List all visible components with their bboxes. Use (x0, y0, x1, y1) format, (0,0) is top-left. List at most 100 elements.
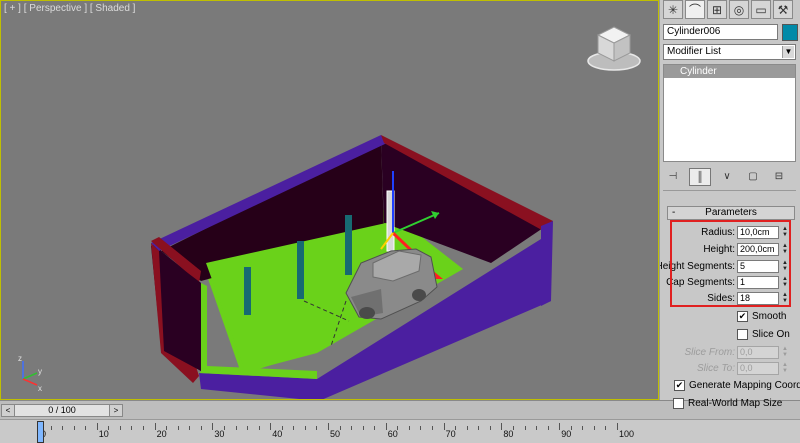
timeline-tick (605, 426, 607, 430)
timeline-tick (119, 426, 121, 430)
axis-label-y: y (38, 367, 42, 376)
slice-from-label: Slice From: (684, 347, 735, 358)
sides-spinner[interactable]: ▲ ▼ (781, 292, 789, 305)
timeline-tick (443, 423, 445, 430)
command-panel: ✳ ⌒ ⊞ ◎ ▭ ⚒ Cylinder006 Modifier List ▼ … (659, 0, 800, 400)
slice-to-label: Slice To: (697, 363, 735, 374)
gen-mapping-checkbox-row[interactable]: ✔ Generate Mapping Coords. (674, 380, 800, 394)
modifier-list-label: Modifier List (667, 46, 721, 57)
timeline-tick (432, 426, 434, 430)
timeline-tick (304, 426, 306, 430)
stack-item-cylinder[interactable]: Cylinder (664, 65, 795, 78)
show-end-result-icon[interactable]: ║ (689, 168, 711, 186)
timeline-track[interactable]: 0102030405060708090100 (0, 419, 800, 443)
timeline-tick (143, 426, 145, 430)
gen-mapping-checkbox[interactable]: ✔ (674, 380, 685, 391)
radius-input[interactable]: 10,0cm (737, 226, 779, 239)
timeline-tick (466, 426, 468, 430)
object-color-swatch[interactable] (782, 24, 798, 41)
height-segments-input[interactable]: 5 (737, 260, 779, 273)
create-icon[interactable]: ✳ (663, 0, 683, 19)
slice-on-label: Slice On (752, 329, 790, 341)
height-segments-row: Height Segments: 5 ▲ ▼ (660, 260, 800, 274)
modifier-list-dropdown[interactable]: Modifier List ▼ (663, 44, 796, 60)
cap-segments-spinner[interactable]: ▲ ▼ (781, 276, 789, 289)
timeline-tick-label: 50 (330, 429, 341, 439)
configure-sets-icon[interactable]: ⊟ (769, 168, 789, 184)
chevron-down-icon[interactable]: ▼ (782, 46, 794, 58)
make-unique-icon[interactable]: ∨ (717, 168, 737, 184)
timeline-tick (547, 426, 549, 430)
viewcube-icon[interactable] (586, 23, 642, 73)
slice-to-spinner[interactable]: ▲ ▼ (781, 362, 789, 375)
pin-stack-icon[interactable]: ⊣ (663, 168, 683, 184)
timeline-tick (154, 423, 156, 430)
height-input[interactable]: 200,0cm (737, 243, 779, 256)
real-world-checkbox[interactable] (673, 398, 684, 409)
real-world-label: Real-World Map Size (688, 398, 783, 410)
motion-icon[interactable]: ◎ (729, 0, 749, 19)
axis-label-x: x (38, 384, 42, 393)
scene-3d[interactable]: z y x (1, 1, 659, 400)
radius-row: Radius: 10,0cm ▲ ▼ (660, 226, 800, 240)
slice-from-spinner[interactable]: ▲ ▼ (781, 346, 789, 359)
modifier-stack[interactable]: Cylinder (663, 64, 796, 162)
time-slider[interactable]: 0 / 100 (14, 404, 110, 417)
timeline-tick-label: 80 (503, 429, 514, 439)
display-icon[interactable]: ▭ (751, 0, 771, 19)
object-name-field[interactable]: Cylinder006 (663, 24, 778, 40)
timeline-tick-label: 30 (214, 429, 225, 439)
timeline-tick (593, 426, 595, 430)
hierarchy-icon[interactable]: ⊞ (707, 0, 727, 19)
panel-divider (663, 190, 796, 191)
sides-input[interactable]: 18 (737, 292, 779, 305)
height-row: Height: 200,0cm ▲ ▼ (660, 243, 800, 257)
perspective-viewport[interactable]: z y x [ + ] [ Perspective ] [ Shaded ] (0, 0, 659, 400)
smooth-checkbox[interactable]: ✔ (737, 311, 748, 322)
timeline-tick (62, 426, 64, 430)
current-frame-marker[interactable] (37, 421, 44, 443)
slice-on-checkbox[interactable] (737, 329, 748, 340)
gen-mapping-label: Generate Mapping Coords. (689, 380, 800, 392)
timeline-tick (247, 426, 249, 430)
height-spinner[interactable]: ▲ ▼ (781, 243, 789, 256)
slice-from-input[interactable]: 0,0 (737, 346, 779, 359)
utilities-icon[interactable]: ⚒ (773, 0, 793, 19)
command-panel-tabs: ✳ ⌒ ⊞ ◎ ▭ ⚒ (663, 0, 795, 20)
smooth-label: Smooth (752, 311, 787, 323)
parameters-rollout-header[interactable]: - Parameters (667, 206, 795, 220)
pillar-1[interactable] (244, 267, 251, 315)
real-world-checkbox-row[interactable]: Real-World Map Size (673, 398, 782, 412)
timeline-tick (200, 426, 202, 430)
timeline-tick (293, 426, 295, 430)
timeline-tick-label: 90 (561, 429, 572, 439)
remove-modifier-icon[interactable]: ▢ (743, 168, 763, 184)
pillar-2[interactable] (297, 241, 304, 299)
timeline-tick (374, 426, 376, 430)
pillar-3[interactable] (345, 215, 352, 275)
timeline-tick-label: 10 (98, 429, 109, 439)
smooth-checkbox-row[interactable]: ✔ Smooth (737, 311, 786, 325)
slice-on-checkbox-row[interactable]: Slice On (737, 329, 790, 343)
height-segments-spinner[interactable]: ▲ ▼ (781, 260, 789, 273)
timeline-tick (408, 426, 410, 430)
timeline-tick (478, 426, 480, 430)
prev-frame-button[interactable]: < (1, 404, 15, 417)
timeline-tick (362, 426, 364, 430)
timeline-tick (212, 423, 214, 430)
viewport-label[interactable]: [ + ] [ Perspective ] [ Shaded ] (4, 3, 135, 14)
timeline-tick (85, 426, 87, 430)
sides-row: Sides: 18 ▲ ▼ (660, 292, 800, 306)
timeline-tick (50, 426, 52, 430)
timeline-tick (131, 426, 133, 430)
radius-spinner[interactable]: ▲ ▼ (781, 226, 789, 239)
timeline-tick (524, 426, 526, 430)
next-frame-button[interactable]: > (109, 404, 123, 417)
cap-segments-row: Cap Segments: 1 ▲ ▼ (660, 276, 800, 290)
cap-segments-input[interactable]: 1 (737, 276, 779, 289)
slice-to-input[interactable]: 0,0 (737, 362, 779, 375)
timeline-tick (73, 426, 75, 430)
modify-icon[interactable]: ⌒ (685, 0, 705, 19)
timeline-tick (489, 426, 491, 430)
timeline-tick (177, 426, 179, 430)
